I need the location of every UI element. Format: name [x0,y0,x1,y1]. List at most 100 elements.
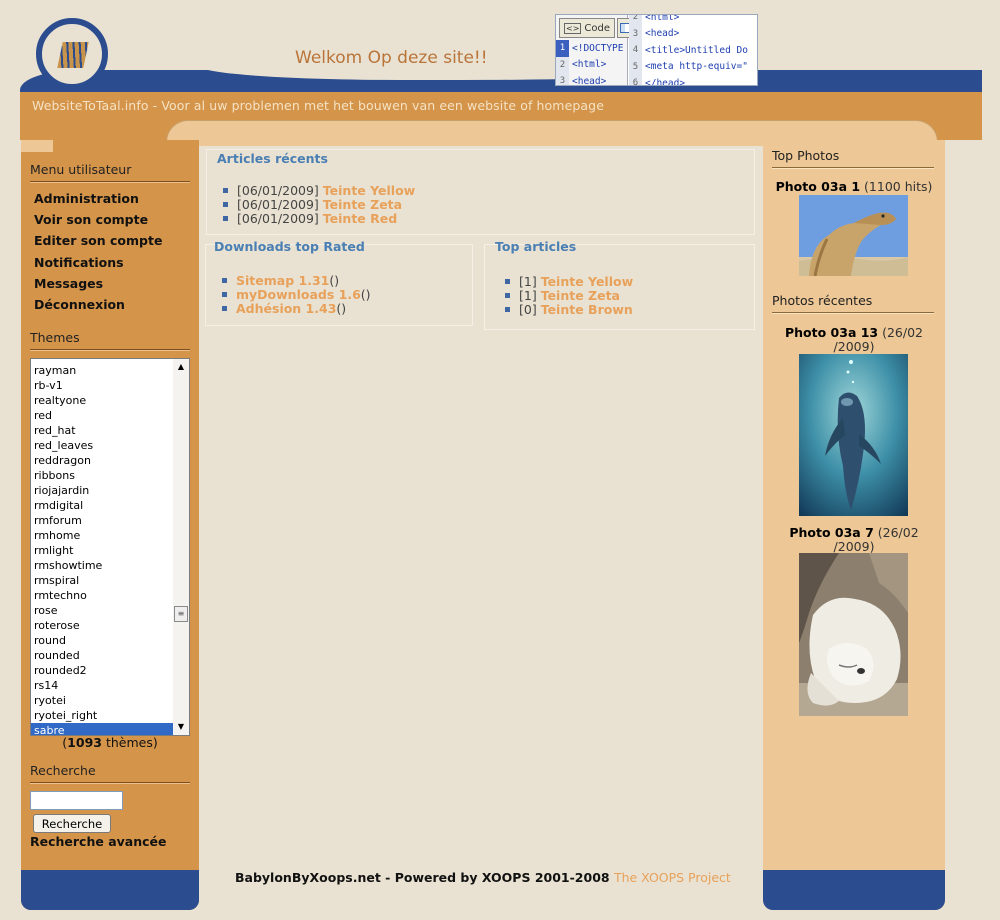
article-link[interactable]: Teinte Yellow [323,183,415,198]
article-count: [1] [519,287,537,303]
code-line-number: 6 [629,75,642,85]
theme-option[interactable]: rayman [31,363,175,378]
code-line: 4 <title>Untitled Do [629,42,757,59]
theme-count-suffix: thèmes) [101,735,158,750]
article-link[interactable]: Teinte Red [323,211,397,226]
dolphin-photo[interactable] [799,354,908,516]
user-menu-item[interactable]: Déconnexion [34,297,162,318]
article-link[interactable]: Teinte Zeta [541,288,620,303]
code-line-text: </head> [645,77,686,86]
user-menu-rule [30,181,190,183]
theme-option[interactable]: red_leaves [31,438,175,453]
user-menu-item[interactable]: Administration [34,191,162,212]
theme-option[interactable]: ryotei [31,693,175,708]
theme-option[interactable]: ryotei_right [31,708,175,723]
recent-photo-1-date-a: (26/02 [878,325,923,340]
user-menu-item[interactable]: Editer son compte [34,233,162,254]
recent-photo-2-date-b: /2009) [833,539,875,554]
theme-option[interactable]: rmforum [31,513,175,528]
recent-photo-1-date-b: /2009) [833,339,875,354]
site-tagline: WebsiteToTaal.info - Voor al uw probleme… [32,98,604,113]
download-link[interactable]: Adhésion 1.43 [236,301,336,316]
right-sidebar-footer [763,870,945,910]
article-count: [1] [519,273,537,289]
user-menu-item[interactable]: Voir son compte [34,212,162,233]
recent-photo-2-name[interactable]: Photo 03a 7 [789,525,873,540]
theme-option[interactable]: rmhome [31,528,175,543]
download-rating: () [360,286,371,302]
theme-option[interactable]: rounded [31,648,175,663]
theme-option[interactable]: rmlight [31,543,175,558]
theme-option[interactable]: rmdigital [31,498,175,513]
article-link[interactable]: Teinte Brown [541,302,633,317]
top-photo-name[interactable]: Photo 03a 1 [776,179,860,194]
download-rating: () [329,272,340,288]
xoops-project-link[interactable]: The XOOPS Project [614,870,731,885]
scroll-down-arrow-icon[interactable]: ▼ [173,719,189,735]
theme-option[interactable]: ribbons [31,468,175,483]
list-item: Adhésion 1.43 () [221,300,371,316]
recent-photo-2-caption: Photo 03a 7 (26/02/2009) [763,526,945,554]
theme-option[interactable]: roterose [31,618,175,633]
list-item: myDownloads 1.6 () [221,286,371,302]
theme-scrollbar[interactable]: ▲ ≡ ▼ [173,359,189,735]
footer-text: BabylonByXoops.net - Powered by XOOPS 20… [235,870,614,885]
user-menu-title: Menu utilisateur [30,162,132,177]
article-date: [06/01/2009] [237,196,319,212]
bullet-icon [505,278,510,284]
bullet-icon [223,215,228,221]
article-link[interactable]: Teinte Zeta [323,197,402,212]
theme-option[interactable]: realtyone [31,393,175,408]
site-header: Welkom Op deze site!! WebsiteToTaal.info… [20,8,982,146]
code-toolbar: <> Code [559,18,634,38]
theme-option[interactable]: rmtechno [31,588,175,603]
search-rule [30,782,190,784]
scroll-up-arrow-icon[interactable]: ▲ [173,359,189,375]
site-logo[interactable] [36,18,108,90]
code-line-number: 5 [629,58,642,75]
code-left-lines: 1 <!DOCTYPE 2 <html> 3 <head> [556,40,628,85]
left-sidebar-tab [21,140,53,152]
polar-bear-photo[interactable] [799,553,908,716]
code-line: 6 </head> [629,75,757,86]
theme-option[interactable]: riojajardin [31,483,175,498]
downloads-list: Sitemap 1.31 () myDownloads 1.6 () Adhésio… [221,273,371,316]
user-menu-item[interactable]: Notifications [34,255,162,276]
article-link[interactable]: Teinte Yellow [541,274,633,289]
theme-option[interactable]: rmshowtime [31,558,175,573]
bullet-icon [505,292,510,298]
themes-title: Themes [30,330,80,345]
recent-photo-1-name[interactable]: Photo 03a 13 [785,325,878,340]
theme-select-list[interactable]: rayman rb-v1 realtyone red red_hat red_leaves… [30,358,190,736]
theme-option[interactable]: rose [31,603,175,618]
article-date: [06/01/2009] [237,210,319,226]
themes-rule [30,349,190,351]
theme-option[interactable]: rb-v1 [31,378,175,393]
recent-articles-title: Articles récents [217,151,328,166]
code-line-text: <html> [572,59,607,71]
download-link[interactable]: myDownloads 1.6 [236,287,361,302]
camel-photo[interactable] [799,195,908,276]
theme-option[interactable]: red [31,408,175,423]
theme-option[interactable]: red_hat [31,423,175,438]
search-input[interactable] [30,791,123,810]
theme-option[interactable]: rmspiral [31,573,175,588]
recent-photos-title: Photos récentes [772,293,873,308]
page: Welkom Op deze site!! WebsiteToTaal.info… [0,0,1000,920]
download-link[interactable]: Sitemap 1.31 [236,273,329,288]
theme-option[interactable]: rounded2 [31,663,175,678]
code-view-button[interactable]: <> Code [559,18,616,38]
code-line: 5 <meta http-equiv=" [629,58,757,75]
theme-option[interactable]: reddragon [31,453,175,468]
scroll-thumb[interactable]: ≡ [174,606,188,622]
code-line-number: 3 [556,73,569,85]
downloads-title: Downloads top Rated [214,239,365,254]
user-menu-item[interactable]: Messages [34,276,162,297]
advanced-search-link[interactable]: Recherche avancée [30,834,166,849]
top-photo-caption: Photo 03a 1 (1100 hits) [763,180,945,194]
theme-option[interactable]: round [31,633,175,648]
search-button[interactable]: Recherche [33,814,111,833]
theme-option[interactable]: rs14 [31,678,175,693]
download-rating: () [336,300,347,316]
recent-photos-rule [772,312,934,314]
